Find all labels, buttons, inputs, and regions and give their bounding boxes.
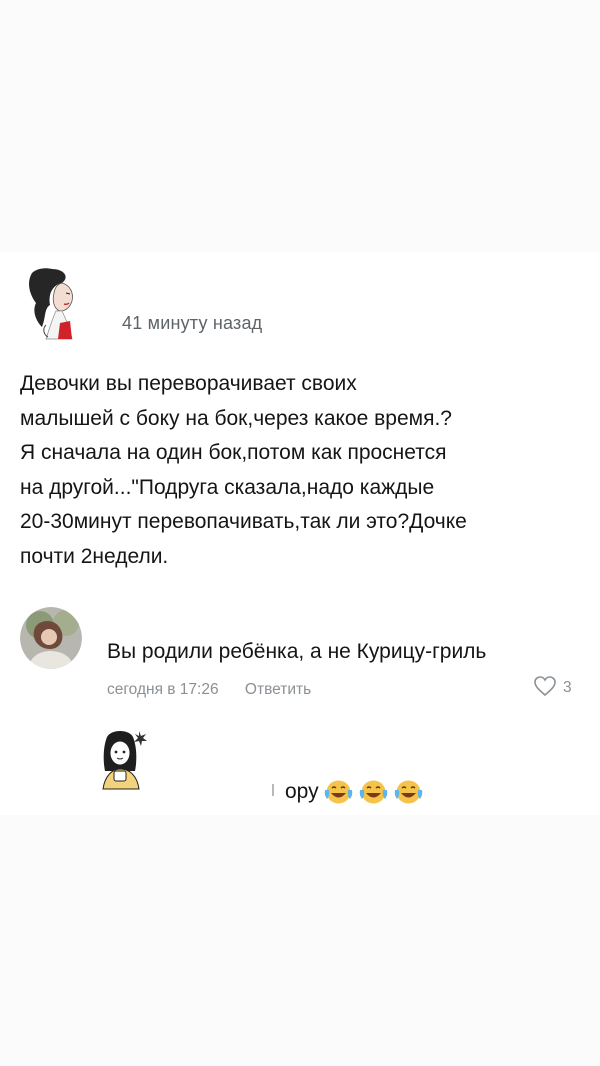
laughing-tears-emoji-icon (393, 778, 424, 805)
comment-meta: сегодня в 17:26 Ответить (107, 681, 311, 699)
reply-author-avatar[interactable] (95, 727, 147, 791)
reply-comment: ору (285, 778, 424, 805)
reply-button[interactable]: Ответить (245, 681, 311, 699)
divider-tick (272, 784, 274, 796)
comment-text: Вы родили ребёнка, а не Курицу-гриль (107, 640, 487, 663)
post-timestamp: 41 минуту назад (122, 313, 263, 333)
top-blank-area (0, 0, 600, 252)
bottom-blank-area (0, 815, 600, 1066)
heart-icon (533, 675, 557, 702)
laughing-tears-emoji-icon (323, 778, 354, 805)
comment-author-avatar[interactable] (20, 607, 82, 669)
post-body-text: Девочки вы переворачивает своих малышей … (20, 372, 467, 568)
laughing-tears-emoji-icon (358, 778, 389, 805)
comment-timestamp: сегодня в 17:26 (107, 681, 219, 698)
like-count: 3 (563, 679, 572, 696)
reply-text: ору (285, 779, 319, 803)
post-author-avatar[interactable] (22, 265, 92, 343)
like-button[interactable]: 3 (533, 675, 572, 702)
